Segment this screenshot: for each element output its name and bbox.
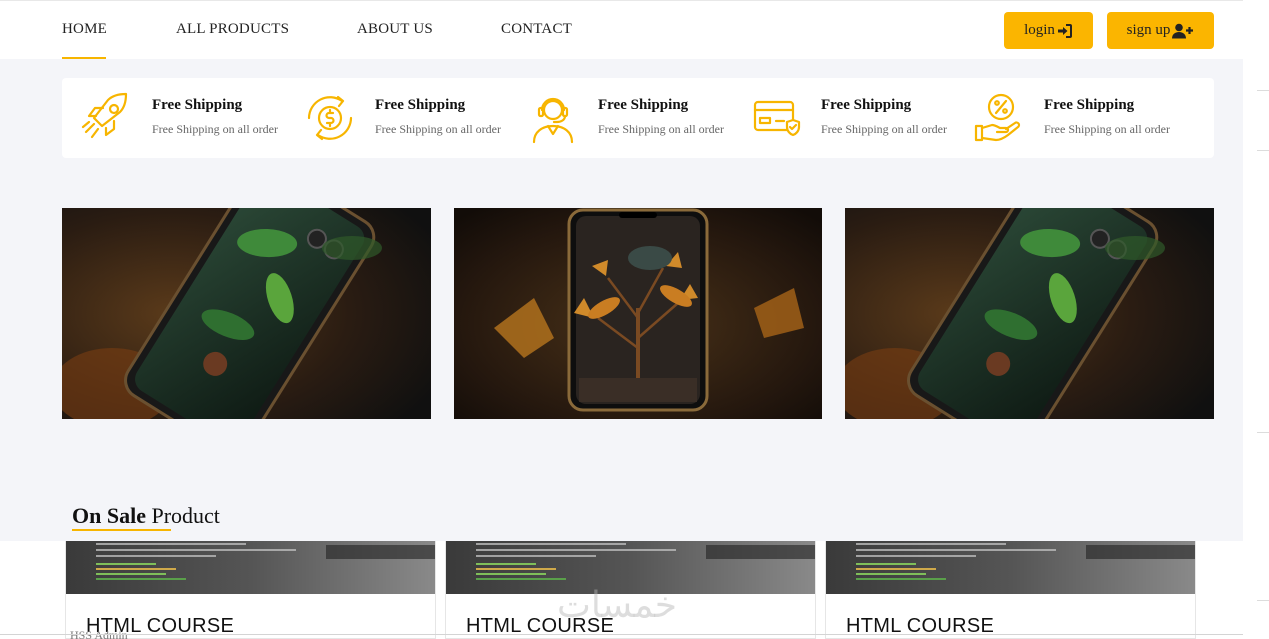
sign-up-button-label: sign up — [1126, 22, 1171, 38]
section-title-bold: On Sale — [72, 503, 146, 528]
top-navbar: HOME ALL PRODUCTS ABOUT US CONTACT login… — [0, 0, 1243, 60]
nav-link-home[interactable]: HOME — [62, 21, 107, 38]
credit-card-shield-icon — [749, 92, 803, 144]
feature-title: Free Shipping — [598, 97, 689, 113]
feature-item: Free Shipping Free Shipping on all order — [749, 78, 959, 158]
user-plus-icon — [1172, 23, 1194, 39]
feature-description: Free Shipping on all order — [152, 122, 278, 136]
nav-link-contact[interactable]: CONTACT — [501, 21, 572, 38]
feature-item: Free Shipping Free Shipping on all order — [80, 78, 290, 158]
nav-link-all-products[interactable]: ALL PRODUCTS — [176, 21, 289, 38]
feature-description: Free Shipping on all order — [598, 122, 724, 136]
product-thumbnail-image — [826, 541, 1195, 594]
rocket-icon — [80, 92, 134, 144]
section-title-rest: Product — [151, 503, 220, 528]
banner-image-phone-leaves[interactable] — [845, 208, 1214, 419]
login-button-label: login — [1024, 22, 1055, 38]
features-strip: Free Shipping Free Shipping on all order… — [62, 78, 1214, 158]
feature-item: Free Shipping Free Shipping on all order — [303, 78, 513, 158]
feature-title: Free Shipping — [821, 97, 912, 113]
feature-title: Free Shipping — [375, 97, 466, 113]
sign-up-button[interactable]: sign up — [1107, 12, 1214, 49]
watermark-logo: خمسات — [557, 585, 678, 626]
footer-divider — [0, 634, 1243, 635]
discount-hand-icon — [972, 92, 1026, 144]
feature-item: Free Shipping Free Shipping on all order — [526, 78, 736, 158]
banner-image-phone-autumn[interactable] — [454, 208, 822, 419]
banner-image-phone-leaves[interactable] — [62, 208, 431, 419]
feature-title: Free Shipping — [1044, 97, 1135, 113]
sign-in-icon — [1057, 23, 1073, 39]
page-right-margin — [1243, 0, 1269, 639]
money-exchange-icon — [303, 92, 357, 144]
section-title: On Sale Product — [72, 503, 220, 529]
feature-description: Free Shipping on all order — [375, 122, 501, 136]
feature-title: Free Shipping — [152, 97, 243, 113]
product-card[interactable]: HTML COURSE — [825, 541, 1196, 639]
login-button[interactable]: login — [1004, 12, 1093, 49]
nav-link-about-us[interactable]: ABOUT US — [357, 21, 433, 38]
feature-description: Free Shipping on all order — [1044, 122, 1170, 136]
support-agent-icon — [526, 92, 580, 144]
product-card[interactable]: HTML COURSE — [65, 541, 436, 639]
feature-item: Free Shipping Free Shipping on all order — [972, 78, 1202, 158]
product-thumbnail-image — [66, 541, 435, 594]
section-title-underline — [72, 529, 171, 531]
feature-description: Free Shipping on all order — [821, 122, 947, 136]
